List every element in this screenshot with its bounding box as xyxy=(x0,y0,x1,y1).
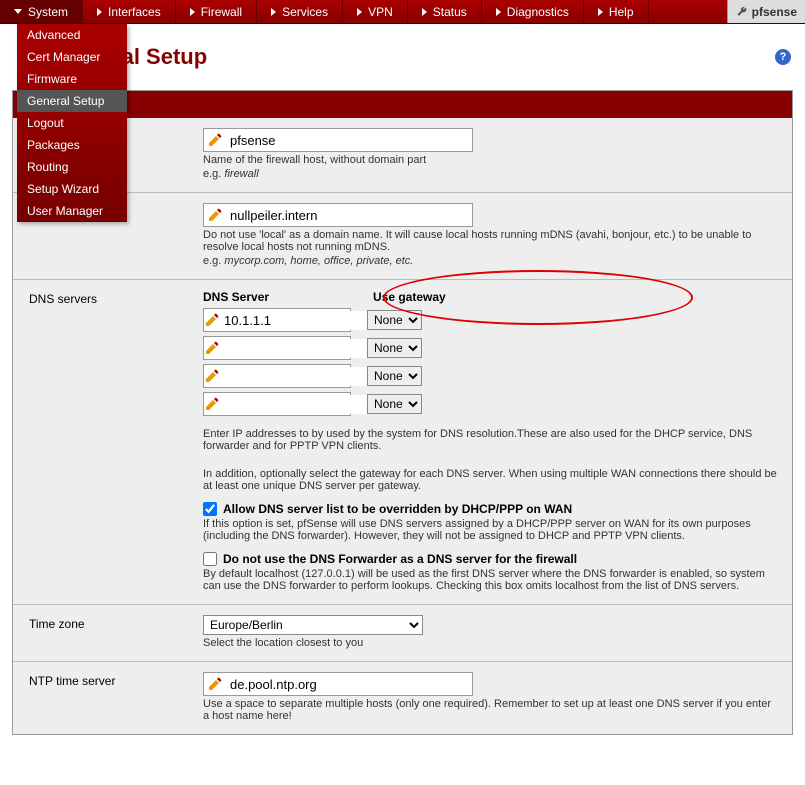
domain-help: Do not use 'local' as a domain name. It … xyxy=(203,229,778,253)
dns-gateway-select-2[interactable]: None xyxy=(367,366,422,386)
dns-row: None xyxy=(203,392,778,416)
dns-row: None xyxy=(203,308,778,332)
dns-server-header: DNS Server xyxy=(203,290,373,304)
chevron-right-icon xyxy=(598,8,603,16)
dropdown-cert-manager[interactable]: Cert Manager xyxy=(17,46,127,68)
pencil-icon xyxy=(204,366,220,386)
ntp-input[interactable] xyxy=(226,675,472,694)
domain-input-wrap xyxy=(203,203,473,227)
menu-interfaces[interactable]: Interfaces xyxy=(83,0,176,23)
wrench-icon xyxy=(736,6,748,18)
system-dropdown: Advanced Cert Manager Firmware General S… xyxy=(17,24,127,222)
dns-noforward-label: Do not use the DNS Forwarder as a DNS se… xyxy=(223,552,577,566)
dns-gateway-header: Use gateway xyxy=(373,290,446,304)
dns-gateway-select-3[interactable]: None xyxy=(367,394,422,414)
brand-label: pfsense xyxy=(752,5,797,19)
dns-noforward-checkbox[interactable] xyxy=(203,552,217,566)
dns-label: DNS servers xyxy=(13,280,193,604)
brand-toggle[interactable]: pfsense xyxy=(727,0,805,23)
ntp-input-wrap xyxy=(203,672,473,696)
dns-gateway-select-0[interactable]: None xyxy=(367,310,422,330)
menu-label: Status xyxy=(433,5,467,19)
dns-override-label: Allow DNS server list to be overridden b… xyxy=(223,502,572,516)
hostname-input-wrap xyxy=(203,128,473,152)
chevron-right-icon xyxy=(422,8,427,16)
hostname-input[interactable] xyxy=(226,131,472,150)
pencil-icon xyxy=(204,338,220,358)
menu-diagnostics[interactable]: Diagnostics xyxy=(482,0,584,23)
chevron-right-icon xyxy=(97,8,102,16)
page-title: m: General Setup xyxy=(25,44,805,70)
tz-label: Time zone xyxy=(13,605,193,661)
menu-services[interactable]: Services xyxy=(257,0,343,23)
pencil-icon xyxy=(204,130,226,150)
ntp-label: NTP time server xyxy=(13,662,193,734)
form-section-header: stem xyxy=(13,91,792,118)
menu-label: Help xyxy=(609,5,634,19)
form-container: stem Hostname Name of the firewall host,… xyxy=(12,90,793,735)
dns-table: DNS Server Use gateway None xyxy=(203,290,778,416)
dns-noforward-help: By default localhost (127.0.0.1) will be… xyxy=(203,568,778,592)
chevron-right-icon xyxy=(496,8,501,16)
domain-help-eg: e.g. mycorp.com, home, office, private, … xyxy=(203,255,778,267)
dns-row: None xyxy=(203,364,778,388)
hostname-help: Name of the firewall host, without domai… xyxy=(203,154,778,166)
pencil-icon xyxy=(204,394,220,414)
dropdown-packages[interactable]: Packages xyxy=(17,134,127,156)
chevron-right-icon xyxy=(271,8,276,16)
menu-label: Interfaces xyxy=(108,5,161,19)
tz-select[interactable]: Europe/Berlin xyxy=(203,615,423,635)
menu-status[interactable]: Status xyxy=(408,0,482,23)
dns-help-2: In addition, optionally select the gatew… xyxy=(203,468,778,492)
dropdown-advanced[interactable]: Advanced xyxy=(17,24,127,46)
ntp-help: Use a space to separate multiple hosts (… xyxy=(203,698,778,722)
main-menubar: System Interfaces Firewall Services VPN … xyxy=(0,0,805,24)
pencil-icon xyxy=(204,205,226,225)
menu-label: Diagnostics xyxy=(507,5,569,19)
dropdown-setup-wizard[interactable]: Setup Wizard xyxy=(17,178,127,200)
tz-help: Select the location closest to you xyxy=(203,637,778,649)
domain-input[interactable] xyxy=(226,206,472,225)
menu-help[interactable]: Help xyxy=(584,0,649,23)
dropdown-user-manager[interactable]: User Manager xyxy=(17,200,127,222)
dns-row: None xyxy=(203,336,778,360)
menu-label: Firewall xyxy=(201,5,242,19)
dns-help-1: Enter IP addresses to by used by the sys… xyxy=(203,428,778,452)
hostname-help-eg: e.g. firewall xyxy=(203,168,778,180)
help-icon[interactable]: ? xyxy=(775,49,791,65)
chevron-down-icon xyxy=(14,9,22,14)
pencil-icon xyxy=(204,674,226,694)
dns-override-help: If this option is set, pfSense will use … xyxy=(203,518,778,542)
dns-override-checkbox[interactable] xyxy=(203,502,217,516)
chevron-right-icon xyxy=(190,8,195,16)
dropdown-general-setup[interactable]: General Setup xyxy=(17,90,127,112)
dropdown-logout[interactable]: Logout xyxy=(17,112,127,134)
dropdown-routing[interactable]: Routing xyxy=(17,156,127,178)
menu-label: Services xyxy=(282,5,328,19)
menu-vpn[interactable]: VPN xyxy=(343,0,408,23)
chevron-right-icon xyxy=(357,8,362,16)
menu-system[interactable]: System xyxy=(0,0,83,23)
pencil-icon xyxy=(204,310,220,330)
menu-label: System xyxy=(28,5,68,19)
dropdown-firmware[interactable]: Firmware xyxy=(17,68,127,90)
menu-label: VPN xyxy=(368,5,393,19)
menu-firewall[interactable]: Firewall xyxy=(176,0,257,23)
dns-gateway-select-1[interactable]: None xyxy=(367,338,422,358)
